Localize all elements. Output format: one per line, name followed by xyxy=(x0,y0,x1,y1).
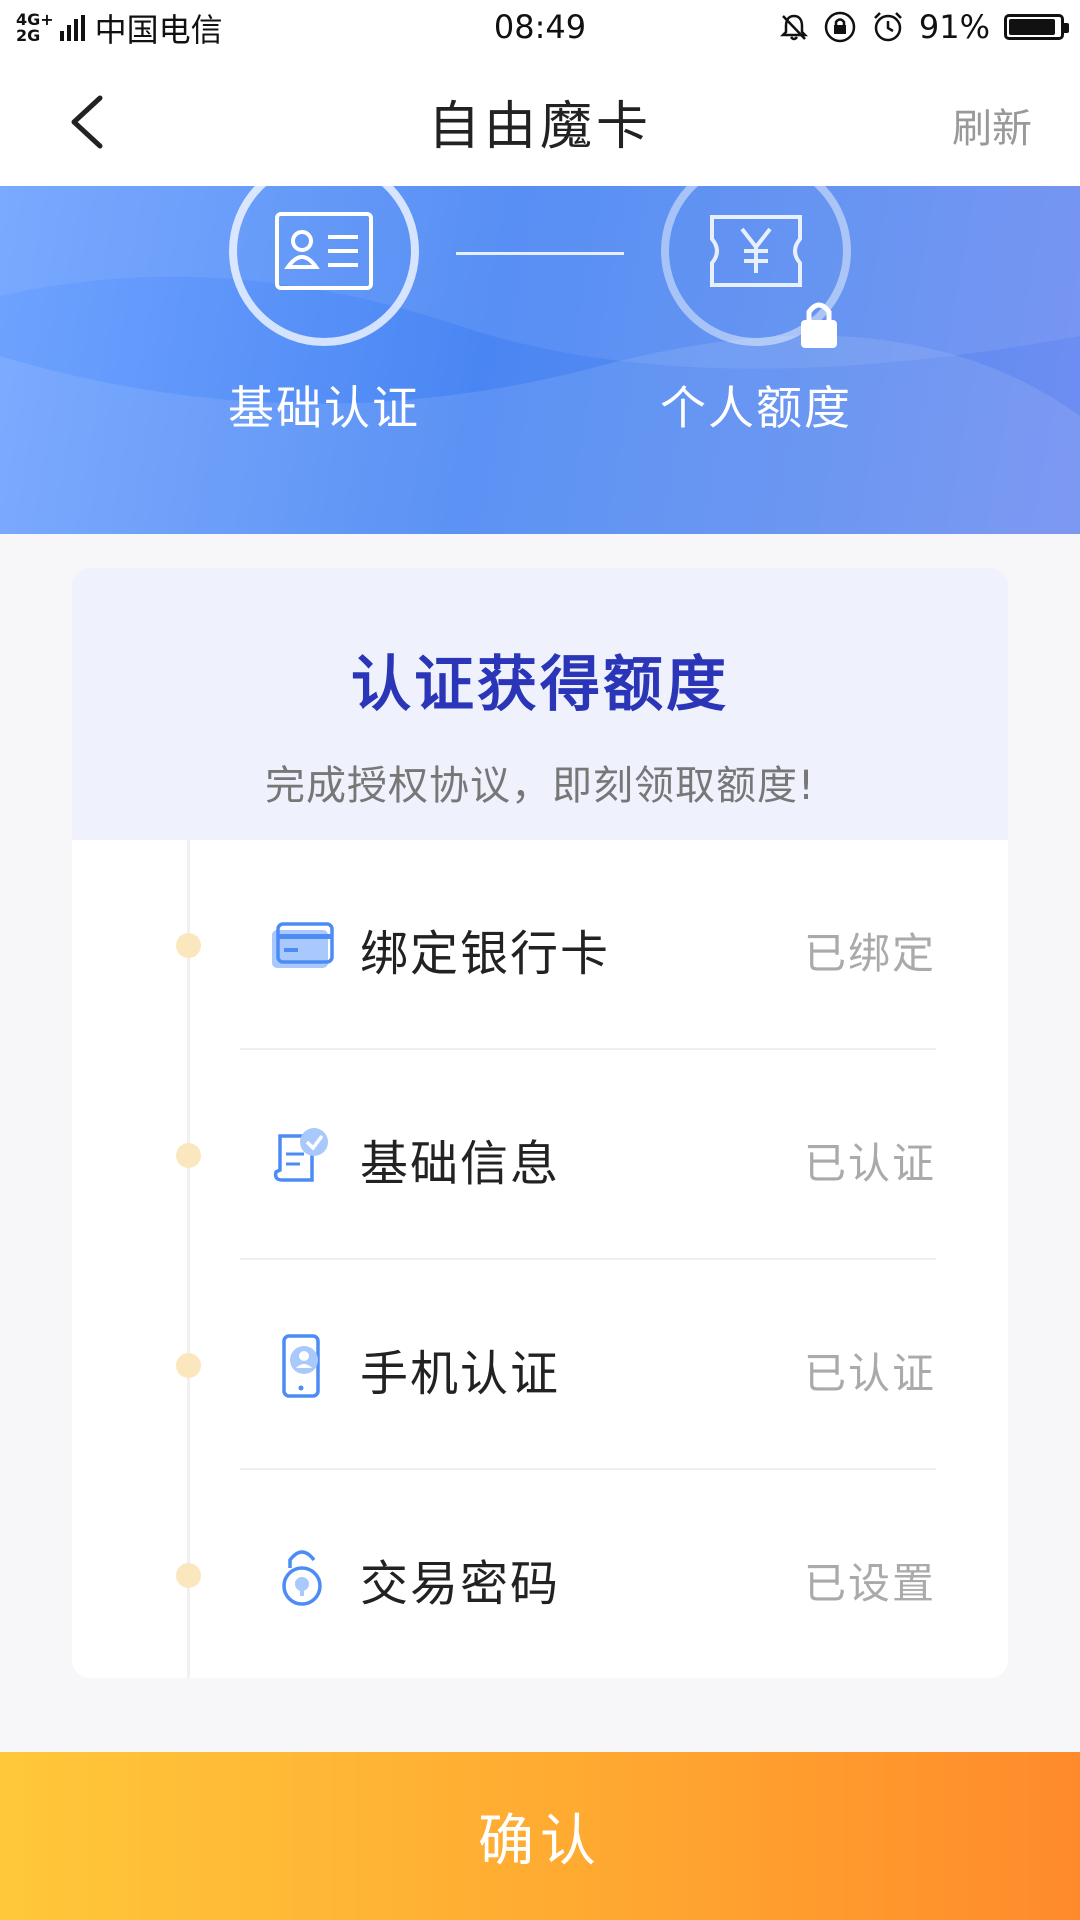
item-status: 已认证 xyxy=(803,1349,936,1398)
status-right: 91% xyxy=(779,8,1069,46)
yen-ticket-icon xyxy=(710,215,802,287)
step-circle xyxy=(661,186,851,348)
card-title: 认证获得额度 xyxy=(351,650,729,720)
bank-card-icon xyxy=(272,922,334,968)
list-item-basic-info[interactable]: 基础信息 已认证 xyxy=(72,1050,1008,1260)
banner-wave-decoration xyxy=(0,186,1080,534)
item-status: 已认证 xyxy=(803,1139,936,1188)
item-label: 绑定银行卡 xyxy=(360,926,611,982)
password-lock-icon xyxy=(282,1550,322,1606)
card-subtitle: 完成授权协议，即刻领取额度! xyxy=(264,763,816,809)
page: 4G+ 2G 中国电信 08:49 91% 自由魔卡 刷新 基础认证 个人额度 … xyxy=(0,0,1080,1920)
timeline-dot xyxy=(176,1353,201,1378)
info-document-icon xyxy=(273,1128,328,1182)
nav-header: 自由魔卡 刷新 xyxy=(0,56,1080,186)
item-label: 手机认证 xyxy=(360,1346,561,1402)
step-personal-limit: 个人额度 xyxy=(656,186,856,438)
item-status: 已设置 xyxy=(803,1559,936,1608)
timeline-dot xyxy=(176,1563,201,1588)
item-label: 基础信息 xyxy=(360,1136,561,1192)
item-status: 已绑定 xyxy=(803,929,936,978)
step-connector xyxy=(456,252,624,255)
list-item-phone-verify[interactable]: 手机认证 已认证 xyxy=(72,1260,1008,1470)
battery-icon xyxy=(1004,14,1069,40)
confirm-button[interactable]: 确认 xyxy=(0,1752,1080,1920)
step-basic-auth: 基础认证 xyxy=(224,186,424,438)
phone-verify-icon xyxy=(282,1334,320,1398)
item-label: 交易密码 xyxy=(360,1556,561,1612)
back-arrow-icon[interactable] xyxy=(60,92,120,152)
page-title: 自由魔卡 xyxy=(427,96,652,157)
status-bar: 4G+ 2G 中国电信 08:49 91% xyxy=(0,0,1080,56)
id-card-icon xyxy=(275,212,373,290)
list-item-bank-card[interactable]: 绑定银行卡 已绑定 xyxy=(72,840,1008,1050)
rotation-lock-icon xyxy=(824,11,856,43)
step-label: 基础认证 xyxy=(228,381,420,435)
bell-muted-icon xyxy=(779,14,808,41)
battery-percent: 91% xyxy=(918,8,990,46)
lock-icon xyxy=(801,302,837,348)
step-label: 个人额度 xyxy=(660,381,852,435)
progress-banner: 基础认证 个人额度 xyxy=(0,186,1080,534)
list-item-trade-password[interactable]: 交易密码 已设置 xyxy=(72,1470,1008,1678)
timeline-dot xyxy=(176,933,201,958)
card-header: 认证获得额度 完成授权协议，即刻领取额度! xyxy=(72,568,1008,840)
refresh-button[interactable]: 刷新 xyxy=(952,96,1032,154)
timeline-dot xyxy=(176,1143,201,1168)
step-circle xyxy=(229,186,419,346)
auth-card: 认证获得额度 完成授权协议，即刻领取额度! 绑定银行卡 已绑定 基础信息 已认证… xyxy=(72,568,1008,1678)
alarm-icon xyxy=(873,12,902,42)
